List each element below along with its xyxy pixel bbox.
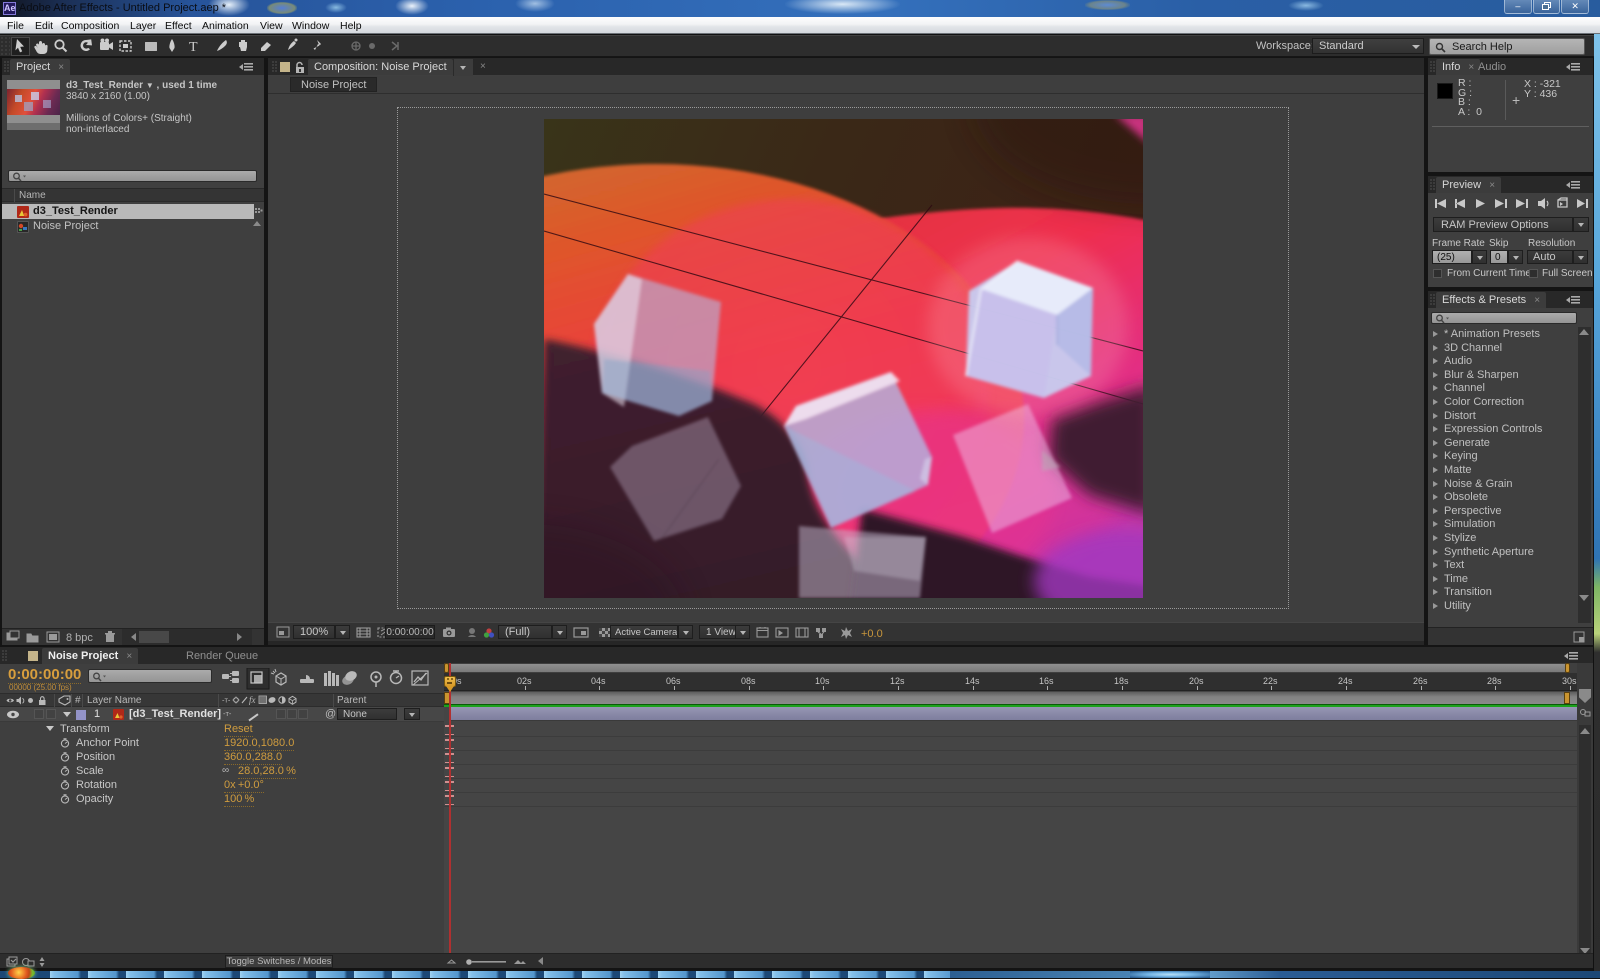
svg-text:-т-: -т- — [222, 696, 231, 705]
svg-text:T: T — [189, 40, 198, 55]
svg-text:+0.0: +0.0 — [861, 628, 883, 639]
svg-text:fx: fx — [249, 695, 256, 705]
svg-text:8 bpc: 8 bpc — [66, 632, 93, 644]
